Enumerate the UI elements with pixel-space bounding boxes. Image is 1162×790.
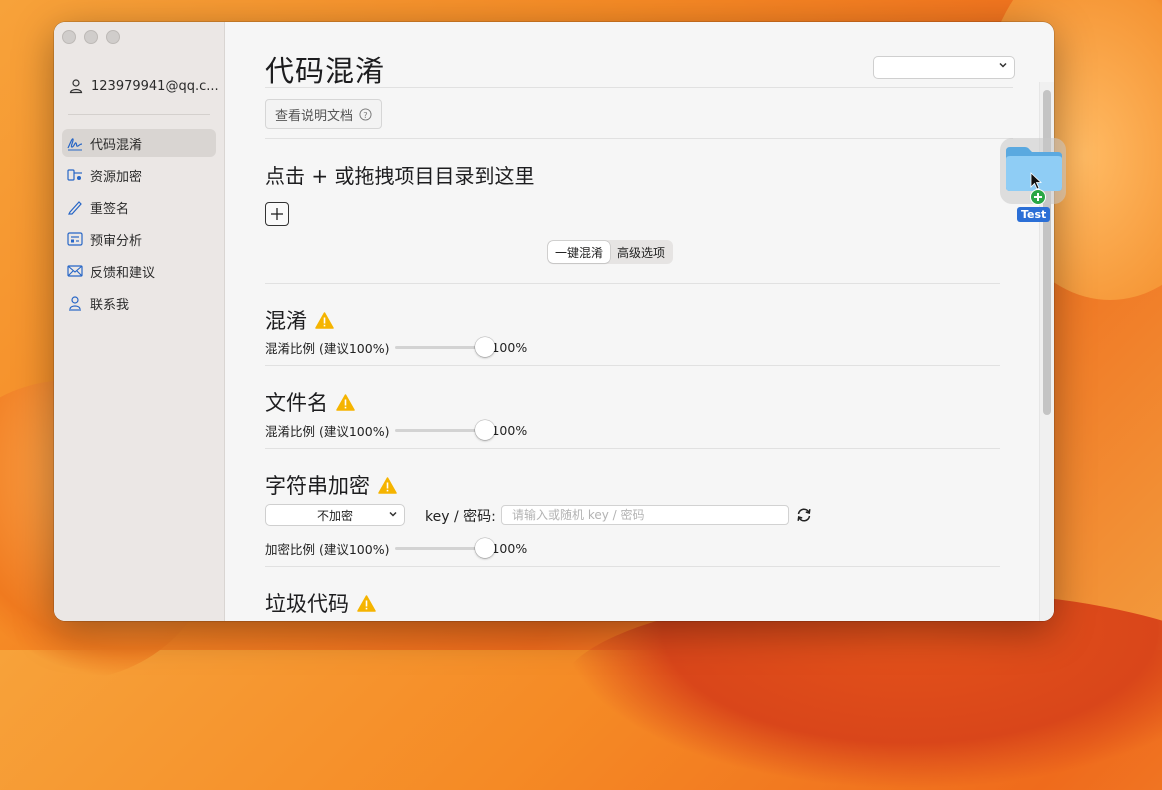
contact-icon	[69, 296, 81, 311]
sidebar-item-contact[interactable]: 联系我	[62, 289, 216, 317]
sidebar-item-feedback[interactable]: 反馈和建议	[62, 257, 216, 285]
key-label: key / 密码:	[425, 509, 496, 525]
warning-icon	[315, 311, 334, 329]
sidebar: 123979941@qq.c... 代码混淆 资源加密 重签名 预审分析 反馈和…	[54, 22, 225, 621]
chevron-down-icon	[389, 511, 397, 517]
add-badge-icon	[1030, 189, 1046, 205]
obfuscate-ratio-row: 混淆比例 (建议100%) 100%	[265, 337, 527, 357]
project-select[interactable]	[873, 56, 1015, 79]
close-window-button[interactable]	[62, 30, 76, 44]
dragged-folder[interactable]: Test	[1000, 138, 1066, 224]
sidebar-item-label: 预审分析	[90, 233, 143, 249]
title-divider	[265, 87, 1013, 88]
tab-one-click-obfuscate[interactable]: 一键混淆	[548, 241, 611, 263]
encrypt-ratio-slider[interactable]	[395, 538, 496, 558]
add-project-button[interactable]	[265, 202, 289, 226]
encrypt-mode-select[interactable]: 不加密	[265, 504, 405, 526]
divider	[265, 283, 1000, 284]
sidebar-item-label: 联系我	[90, 297, 130, 313]
question-icon: ?	[359, 107, 372, 121]
sidebar-item-label: 代码混淆	[90, 137, 143, 153]
sidebar-item-resign[interactable]: 重签名	[62, 193, 216, 221]
plus-icon	[271, 208, 283, 220]
divider	[265, 566, 1000, 567]
slider-track	[395, 547, 486, 550]
view-docs-button[interactable]: 查看说明文档 ?	[265, 99, 382, 129]
sidebar-item-precheck[interactable]: 预审分析	[62, 225, 216, 253]
key-icon	[67, 169, 82, 181]
filename-ratio-row: 混淆比例 (建议100%) 100%	[265, 420, 527, 440]
filename-ratio-slider[interactable]	[395, 420, 496, 440]
sidebar-item-label: 反馈和建议	[90, 265, 156, 281]
sidebar-divider	[68, 114, 210, 115]
drop-zone-title: 点击 + 或拖拽项目目录到这里	[265, 164, 535, 188]
account-email: 123979941@qq.c...	[91, 78, 219, 94]
divider	[265, 138, 1013, 139]
zoom-window-button[interactable]	[106, 30, 120, 44]
main-content: 代码混淆 查看说明文档 ? 点击 + 或拖拽项目目录到这里 一键混淆 高级选项 …	[225, 22, 1054, 621]
sidebar-item-label: 重签名	[90, 201, 130, 217]
svg-text:?: ?	[363, 109, 367, 119]
slider-knob[interactable]	[475, 337, 496, 357]
section-string-encrypt-title: 字符串加密	[265, 470, 397, 500]
sidebar-item-resource-encrypt[interactable]: 资源加密	[62, 161, 216, 189]
slider-track	[395, 346, 486, 349]
warning-icon	[357, 594, 376, 612]
account-item[interactable]: 123979941@qq.c...	[68, 78, 219, 94]
obfuscate-ratio-slider[interactable]	[395, 337, 496, 357]
mail-icon	[67, 265, 83, 277]
divider	[265, 448, 1000, 449]
encrypt-ratio-row: 加密比例 (建议100%) 100%	[265, 538, 527, 558]
slider-knob[interactable]	[475, 420, 496, 440]
person-icon	[69, 79, 83, 94]
refresh-icon[interactable]	[795, 506, 813, 524]
warning-icon	[378, 476, 397, 494]
slider-track	[395, 429, 486, 432]
warning-icon	[336, 393, 355, 411]
sidebar-item-obfuscation[interactable]: 代码混淆	[62, 129, 216, 157]
divider	[265, 365, 1000, 366]
section-obfuscate-title: 混淆	[265, 305, 334, 335]
pen-icon	[68, 201, 82, 215]
chevron-down-icon	[999, 62, 1007, 68]
sidebar-nav: 代码混淆 资源加密 重签名 预审分析 反馈和建议 联系我	[62, 129, 216, 321]
sidebar-item-label: 资源加密	[90, 169, 143, 185]
window-controls	[62, 30, 120, 44]
mode-segmented-control: 一键混淆 高级选项	[547, 240, 674, 264]
minimize-window-button[interactable]	[84, 30, 98, 44]
slider-knob[interactable]	[475, 538, 496, 558]
section-junk-code-title: 垃圾代码	[265, 588, 376, 618]
folder-label: Test	[1017, 207, 1051, 222]
section-filename-title: 文件名	[265, 387, 355, 417]
key-input[interactable]	[501, 505, 789, 525]
tab-advanced-options[interactable]: 高级选项	[610, 241, 672, 263]
page-title: 代码混淆	[265, 54, 386, 88]
signature-icon	[67, 138, 83, 151]
app-window: 123979941@qq.c... 代码混淆 资源加密 重签名 预审分析 反馈和…	[54, 22, 1054, 621]
folder-icon	[1006, 147, 1062, 191]
report-icon	[67, 232, 83, 246]
